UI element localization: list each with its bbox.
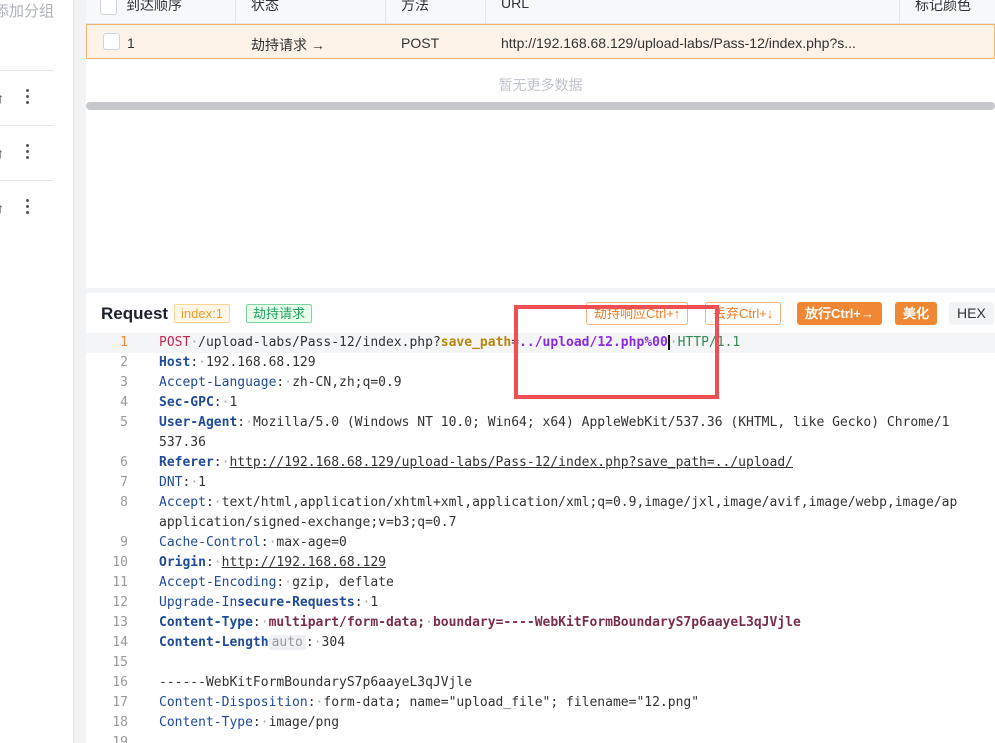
line-number: 4 [120,395,128,410]
line-number: 2 [120,355,128,370]
code-line: Accept-Encoding:·gzip, deflate [159,575,394,590]
more-options-icon[interactable] [26,144,30,162]
row-checkbox[interactable] [103,33,120,50]
hex-toggle-button[interactable]: HEX [949,302,994,325]
code-line: Content-Length auto:·304 [159,635,346,650]
table-row[interactable]: 1 劫持请求 → POST http://192.168.68.129/uplo… [86,24,995,59]
line-number: 13 [112,615,128,630]
code-line: Sec-GPC:·1 [159,395,238,410]
code-line: ------WebKitFormBoundaryS7p6aayeL3qJVjle [159,675,473,690]
forward-button[interactable]: 放行Ctrl+→ [797,302,882,325]
line-number: 12 [112,595,128,610]
group-sidebar: 添加分组 ↑ ↑ ↑ [0,0,74,743]
line-number: 5 [120,415,128,430]
line-number: 1 [120,335,128,350]
code-line: Accept-Language:·zh-CN,zh;q=0.9 [159,375,402,390]
column-header-mark-color[interactable]: 标记颜色 [915,0,971,15]
pin-icon: ↑ [0,90,4,106]
line-number: 3 [120,375,128,390]
cell-url: http://192.168.68.129/upload-labs/Pass-1… [501,35,856,51]
code-line: Upgrade-Insecure-Requests:·1 [159,595,379,610]
line-number: 6 [120,455,128,470]
auto-badge: auto [268,635,306,650]
beautify-button[interactable]: 美化 [895,302,938,325]
group-item[interactable]: ↑ [0,180,54,235]
no-more-data-text: 暂无更多数据 [498,77,583,93]
index-tag: index:1 [174,304,230,323]
group-item[interactable]: ↑ [0,70,54,125]
panel-title: Request [101,304,169,323]
line-number: 18 [112,715,128,730]
status-tag: 劫持请求 [246,304,313,323]
highlight-annotation-box [514,305,719,399]
code-line: Origin:·http://192.168.68.129 [159,555,386,570]
line-number: 7 [120,475,128,490]
request-table: 到达顺序 状态 方法 URL 标记颜色 1 劫持请求 → POST http:/… [86,0,995,112]
cell-order: 1 [127,35,135,51]
code-line: Content-Type:·multipart/form-data;·bound… [159,615,801,630]
cell-method: POST [401,35,440,51]
column-header-order[interactable]: 到达顺序 [126,0,182,15]
code-line: Accept:·text/html,application/xhtml+xml,… [159,495,958,510]
app-root: 添加分组 ↑ ↑ ↑ 到达顺序 状态 方法 URL 标记颜色 1 劫持请求 → … [0,0,995,743]
code-line: DNT:·1 [159,475,206,490]
code-line: Host:·192.168.68.129 [159,355,316,370]
code-line-wrap: 537.36 [159,435,206,450]
code-line-wrap: application/signed-exchange;v=b3;q=0.7 [159,515,457,530]
table-header: 到达顺序 状态 方法 URL 标记颜色 [86,0,995,24]
cell-status: 劫持请求 → [251,37,325,53]
code-line: Referer:·http://192.168.68.129/upload-la… [159,455,793,470]
code-line: Cache-Control:·max-age=0 [159,535,347,550]
column-header-status[interactable]: 状态 [251,0,279,15]
column-header-url[interactable]: URL [501,0,529,11]
horizontal-scrollbar[interactable] [86,102,995,110]
line-number: 16 [112,675,128,690]
line-number-gutter: 1 2 3 4 5 6 7 8 9 10 11 12 13 14 15 16 1… [86,333,148,743]
pin-icon: ↑ [0,145,4,161]
code-line: Content-Disposition:·form-data; name="up… [159,695,700,710]
line-number: 19 [112,735,128,743]
line-number: 11 [112,575,128,590]
table-empty-area [86,112,995,288]
line-number: 9 [120,535,128,550]
line-number: 14 [112,635,128,650]
group-item[interactable]: ↑ [0,125,54,180]
select-all-checkbox[interactable] [100,0,117,15]
more-options-icon[interactable] [26,89,30,107]
line-number: 15 [112,655,128,670]
line-number: 17 [112,695,128,710]
line-number: 10 [112,555,128,570]
more-options-icon[interactable] [26,199,30,217]
column-header-method[interactable]: 方法 [401,0,429,15]
pin-icon: ↑ [0,200,4,216]
code-line: User-Agent:·Mozilla/5.0 (Windows NT 10.0… [159,415,950,430]
add-group-link[interactable]: 添加分组 [0,0,54,21]
code-line: Content-Type:·image/png [159,715,340,730]
line-number: 8 [120,495,128,510]
